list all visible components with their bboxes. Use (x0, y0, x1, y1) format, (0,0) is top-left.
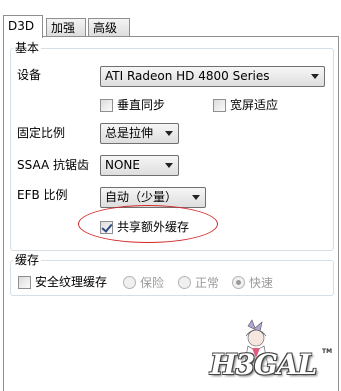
ssaa-select[interactable]: NONE (100, 155, 179, 176)
aspect-select-value: 总是拉伸 (105, 126, 154, 140)
aspect-select[interactable]: 总是拉伸 (100, 123, 179, 144)
chevron-down-icon (165, 131, 173, 136)
checkmark-icon (100, 220, 113, 234)
tab-d3d[interactable]: D3D (3, 15, 43, 38)
cache-option-safe-label: 保险 (140, 276, 165, 290)
trademark-mark: TM (322, 348, 333, 355)
share-buffer-checkbox[interactable]: 共享额外缓存 (100, 219, 189, 235)
watermark-text: H3GAL (210, 348, 317, 381)
chevron-down-icon (192, 195, 200, 200)
basic-group-title: 基本 (13, 41, 42, 55)
cache-option-fast[interactable]: 快速 (232, 274, 273, 291)
checkbox-box (18, 275, 31, 289)
cache-option-safe[interactable]: 保险 (123, 274, 164, 291)
efb-select-value: 自动（少量） (105, 190, 178, 204)
safe-texture-checkbox[interactable]: 安全纹理缓存 (18, 274, 107, 290)
watermark-logo: H3GAL TM (210, 318, 332, 388)
device-label: 设备 (17, 68, 42, 82)
widescreen-checkbox[interactable]: 宽屏适应 (213, 97, 278, 113)
safe-texture-label: 安全纹理缓存 (35, 275, 108, 289)
aspect-label: 固定比例 (17, 126, 66, 140)
ssaa-label: SSAA 抗锯齿 (17, 158, 90, 172)
chevron-down-icon (311, 74, 319, 79)
device-select[interactable]: ATI Radeon HD 4800 Series (100, 66, 325, 87)
cache-option-normal-label: 正常 (195, 276, 220, 290)
device-select-value: ATI Radeon HD 4800 Series (105, 69, 270, 83)
tab-advanced[interactable]: 高级 (88, 18, 130, 37)
efb-select[interactable]: 自动（少量） (100, 187, 206, 208)
efb-label: EFB 比例 (17, 188, 68, 202)
cache-group-title: 缓存 (13, 253, 42, 267)
tab-strip: D3D 加强 高级 (3, 15, 338, 38)
vsync-checkbox[interactable]: 垂直同步 (100, 97, 165, 113)
radio-icon (123, 276, 136, 289)
tab-enhancements[interactable]: 加强 (46, 18, 86, 37)
widescreen-label: 宽屏适应 (230, 98, 279, 112)
cache-option-fast-label: 快速 (249, 276, 274, 290)
ssaa-select-value: NONE (105, 158, 140, 172)
checkbox-box (213, 98, 226, 112)
radio-icon (178, 276, 191, 289)
checkbox-box (100, 98, 113, 112)
vsync-label: 垂直同步 (117, 98, 166, 112)
chevron-down-icon (165, 163, 173, 168)
cache-option-normal[interactable]: 正常 (178, 274, 219, 291)
share-buffer-label: 共享额外缓存 (117, 220, 190, 234)
radio-selected-icon (232, 276, 245, 289)
